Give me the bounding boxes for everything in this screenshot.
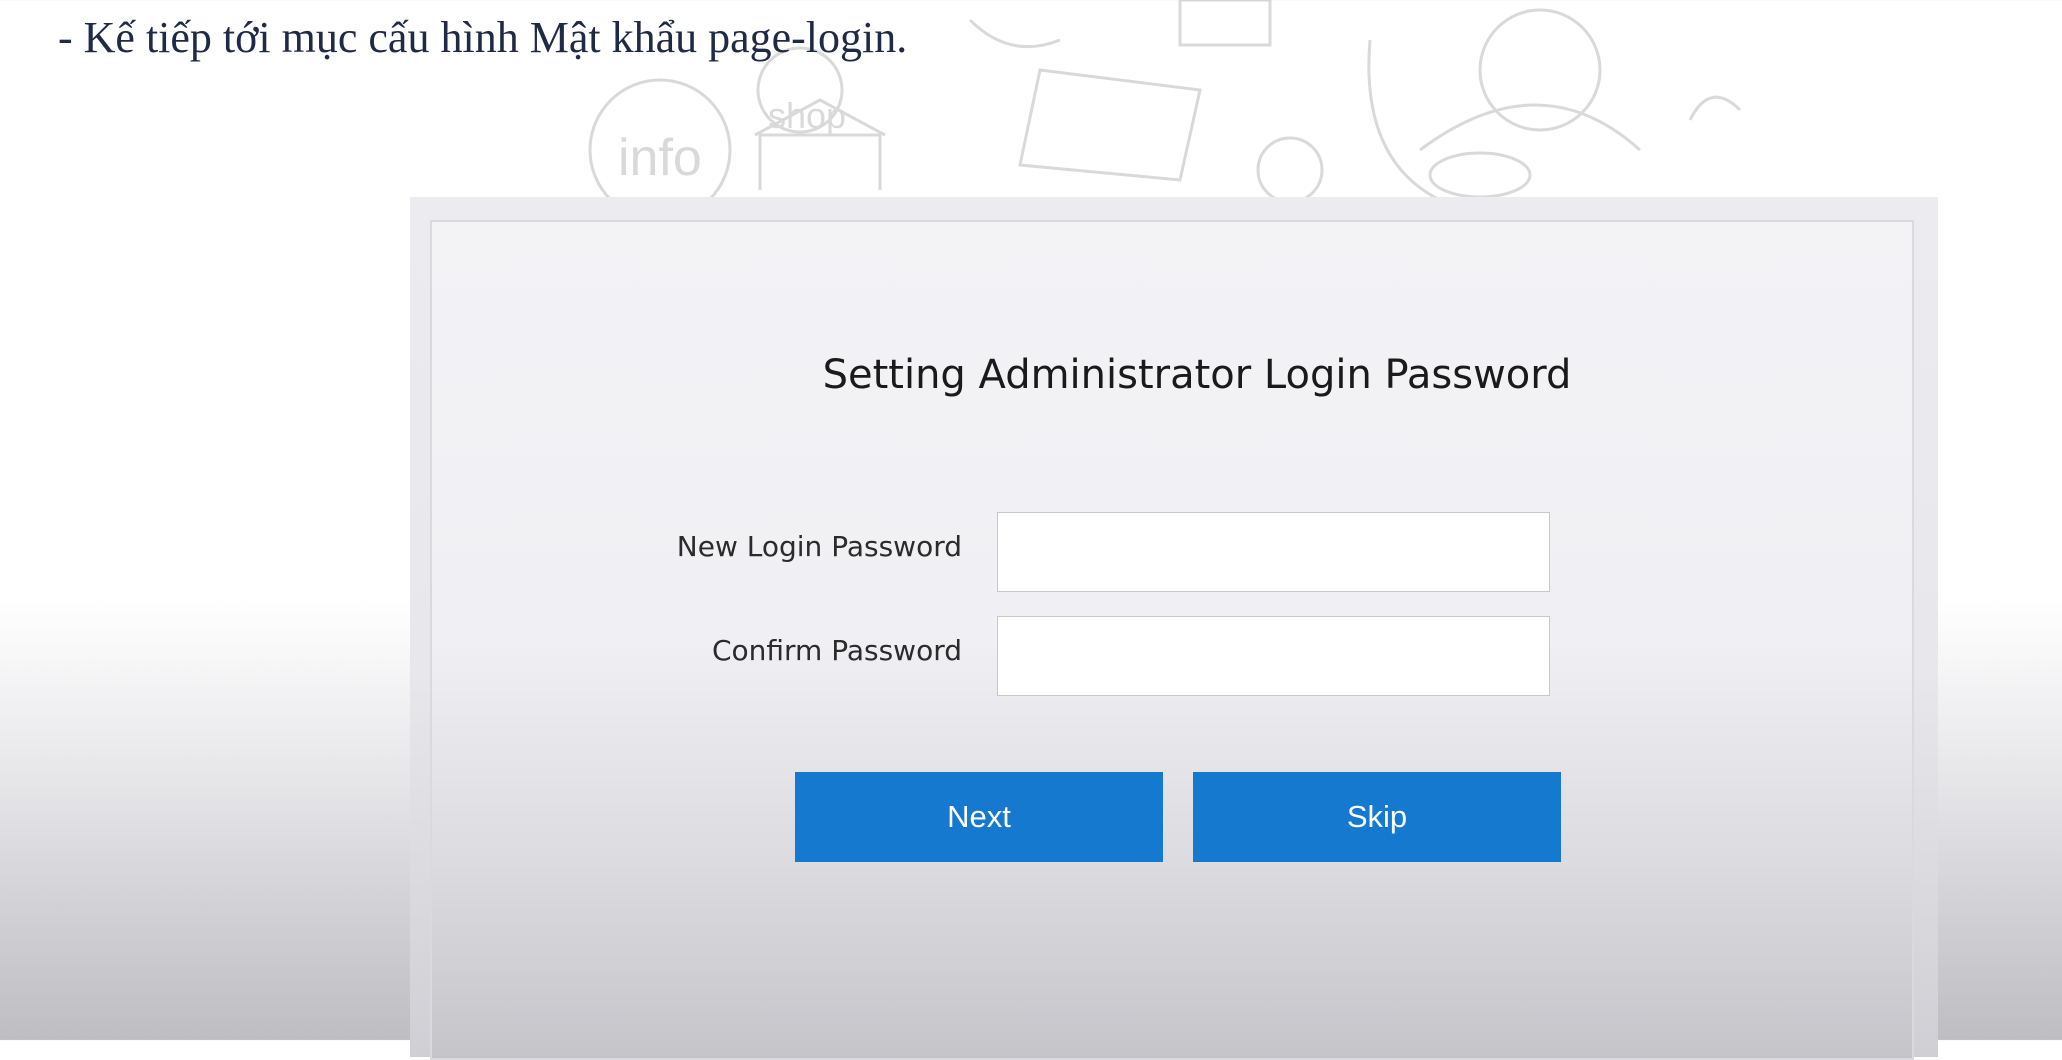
password-setup-panel: Setting Administrator Login Password New… bbox=[430, 220, 1914, 1060]
hand-icon bbox=[968, 18, 1061, 49]
panel-title: Setting Administrator Login Password bbox=[822, 352, 1572, 398]
target-icon bbox=[1256, 136, 1324, 200]
laptop-icon bbox=[1018, 68, 1202, 182]
printer-icon bbox=[1178, 0, 1272, 47]
confirm-password-label: Confirm Password bbox=[711, 634, 962, 667]
confirm-password-input[interactable] bbox=[997, 616, 1550, 696]
doodle-shop-text: shop bbox=[768, 95, 846, 136]
skip-button[interactable]: Skip bbox=[1193, 772, 1561, 862]
doodle-info-text: info bbox=[618, 129, 702, 187]
slide-caption: - Kế tiếp tới mục cấu hình Mật khẩu page… bbox=[58, 13, 908, 62]
next-button[interactable]: Next bbox=[795, 772, 1163, 862]
wifi-arc-icon bbox=[1419, 103, 1642, 152]
new-password-input[interactable] bbox=[997, 512, 1550, 592]
new-password-label: New Login Password bbox=[676, 530, 962, 563]
shop-building-icon bbox=[758, 133, 882, 190]
arrow-doodle-icon bbox=[1688, 95, 1742, 121]
cloud-icon bbox=[1428, 151, 1532, 199]
